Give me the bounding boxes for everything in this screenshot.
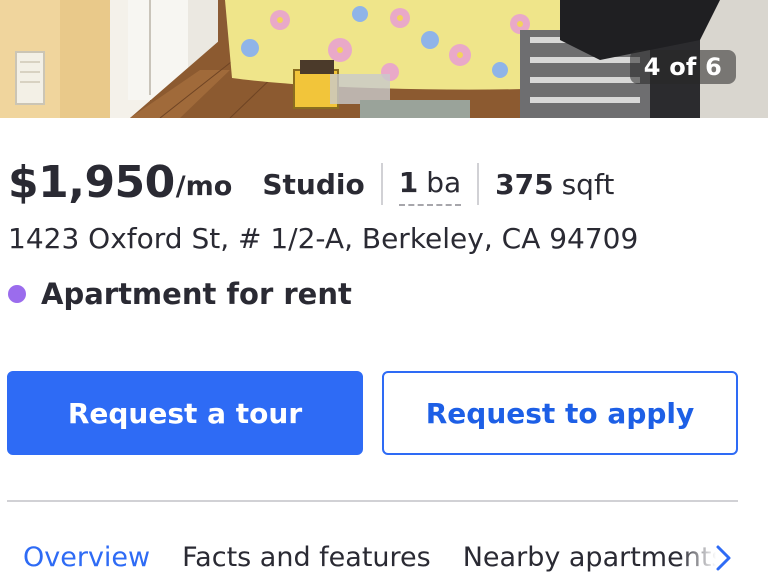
fact-divider: [380, 163, 383, 205]
beds-value: Studio: [262, 167, 365, 201]
fact-baths[interactable]: 1 ba: [398, 162, 462, 206]
fact-divider: [477, 163, 480, 205]
baths-value: 1: [398, 166, 419, 199]
baths-unit: ba: [426, 166, 462, 199]
request-apply-button[interactable]: Request to apply: [382, 371, 738, 455]
sqft-value: 375: [495, 167, 554, 201]
status-label: Apartment for rent: [41, 277, 352, 311]
chevron-right-icon[interactable]: [710, 541, 736, 575]
price-facts-row: $1,950 /mo Studio 1 ba 375 sqft: [8, 154, 614, 210]
listing-photo[interactable]: 4 of 6: [0, 0, 768, 118]
listing-price: $1,950: [8, 156, 175, 208]
section-divider: [7, 500, 738, 502]
tab-overview[interactable]: Overview: [23, 542, 150, 573]
listing-status: Apartment for rent: [8, 277, 352, 311]
fact-sqft: 375 sqft: [495, 162, 614, 206]
fact-beds: Studio: [262, 162, 364, 206]
section-tabs: Overview Facts and features Nearby apart…: [0, 535, 740, 576]
status-dot-icon: [8, 285, 26, 303]
sqft-unit: sqft: [561, 167, 615, 201]
photo-counter: 4 of 6: [629, 50, 736, 84]
listing-facts: Studio 1 ba 375 sqft: [262, 162, 614, 206]
listing-address: 1423 Oxford St, # 1/2-A, Berkeley, CA 94…: [8, 222, 639, 255]
price-unit: /mo: [175, 170, 233, 202]
tab-facts-and-features[interactable]: Facts and features: [182, 542, 431, 573]
request-tour-button[interactable]: Request a tour: [7, 371, 363, 455]
